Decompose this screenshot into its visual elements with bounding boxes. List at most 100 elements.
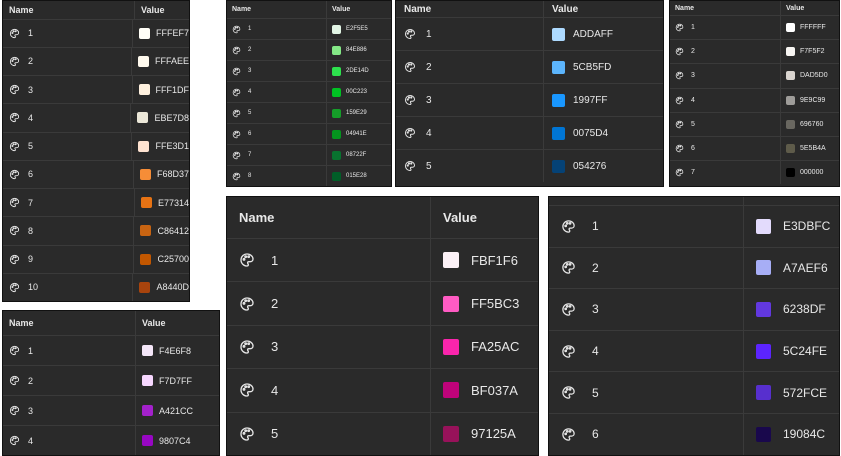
table-row[interactable]: 1 E2F5E5: [227, 19, 391, 41]
name-cell: 1: [396, 18, 544, 50]
table-row[interactable]: 9 C25700: [3, 245, 189, 274]
color-swatch: [552, 27, 565, 41]
table-row[interactable]: 3 FA25AC: [227, 325, 538, 370]
color-swatch: [140, 225, 152, 237]
column-header-value[interactable]: Value: [327, 1, 391, 18]
table-row[interactable]: 1 E3DBFC: [549, 206, 839, 248]
row-label: 3: [271, 339, 279, 355]
column-header-name[interactable]: [549, 197, 744, 205]
palette-icon: [404, 61, 416, 73]
column-header-name[interactable]: Name: [396, 1, 544, 17]
table-row[interactable]: 5 97125A: [227, 412, 538, 455]
table-row[interactable]: 2 F7F5F2: [670, 40, 839, 65]
table-row[interactable]: 1 ADDAFF: [396, 18, 663, 51]
color-swatch: [142, 435, 153, 446]
table-row[interactable]: 3 6238DF: [549, 289, 839, 331]
value-cell: 2DE14D: [327, 61, 391, 81]
column-header-name[interactable]: Name: [3, 311, 136, 335]
column-header-value[interactable]: [744, 197, 839, 205]
value-cell: FFE3D1: [132, 133, 189, 160]
table-row[interactable]: 7 E77314: [3, 189, 189, 218]
table-row[interactable]: 1 FBF1F6: [227, 238, 538, 283]
table-row[interactable]: 2 5CB5FD: [396, 51, 663, 84]
palette-table-3: Name Value 1 ADDAFF 2 5CB5FD 3 1997FF 4 0075D4 5 05…: [395, 0, 664, 187]
table-row[interactable]: 6 5E5B4A: [670, 136, 839, 162]
name-cell: 8: [227, 166, 327, 186]
row-label: 5: [691, 120, 695, 128]
hex-value: 159E29: [346, 110, 367, 117]
table-row[interactable]: 5 054276: [396, 150, 663, 182]
value-cell: 97125A: [431, 413, 538, 455]
value-cell: F7F5F2: [781, 40, 839, 63]
table-row[interactable]: 4 BF037A: [227, 369, 538, 413]
table-row[interactable]: 8 C86412: [3, 217, 189, 246]
table-row[interactable]: 4 9807C4: [3, 426, 219, 455]
table-row[interactable]: 8 015E28: [227, 166, 391, 186]
table-row[interactable]: 6 04941E: [227, 124, 391, 146]
table-row[interactable]: 3 A421CC: [3, 396, 219, 426]
table-row[interactable]: 4 5C24FE: [549, 330, 839, 373]
column-header-value[interactable]: Value: [136, 311, 219, 335]
palette-icon: [232, 172, 241, 181]
row-label: 6: [28, 169, 34, 180]
row-label: 2: [592, 260, 599, 275]
table-row[interactable]: 4 9E9C99: [670, 88, 839, 113]
table-row[interactable]: 7 000000: [670, 161, 839, 185]
table-row[interactable]: 7 08722F: [227, 145, 391, 167]
table-row[interactable]: 1 FFFEF7: [3, 19, 189, 48]
color-swatch: [332, 66, 341, 76]
palette-icon: [675, 71, 684, 80]
palette-icon: [561, 344, 576, 359]
table-row[interactable]: 6 F68D37: [3, 160, 189, 190]
column-header-value[interactable]: Value: [431, 197, 538, 238]
name-cell: 7: [3, 189, 135, 217]
hex-value: FFF1DF: [155, 84, 190, 95]
table-row[interactable]: 1 F4E6F8: [3, 336, 219, 366]
palette-icon: [675, 144, 684, 153]
row-label: 5: [592, 385, 599, 400]
table-row[interactable]: 5 159E29: [227, 103, 391, 125]
column-header-name[interactable]: Name: [670, 1, 781, 15]
table-row[interactable]: 2 FFFAEE: [3, 47, 189, 77]
row-label: 2: [248, 47, 252, 54]
table-row[interactable]: 5 572FCE: [549, 372, 839, 414]
column-header-name[interactable]: Name: [227, 1, 327, 19]
column-header-name[interactable]: Name: [3, 1, 135, 19]
table-row[interactable]: 5 696760: [670, 112, 839, 137]
table-row[interactable]: 6 19084C: [549, 413, 839, 455]
table-row[interactable]: 10 A8440D: [3, 273, 189, 301]
row-label: 6: [592, 427, 599, 442]
hex-value: 5CB5FD: [573, 61, 612, 73]
table-row[interactable]: 1 FFFFFF: [670, 16, 839, 41]
value-cell: 19084C: [744, 414, 839, 455]
name-cell: 6: [670, 136, 781, 161]
table-row[interactable]: 2 84E886: [227, 40, 391, 62]
hex-value: F4E6F8: [159, 345, 192, 356]
column-header-value[interactable]: Value: [544, 1, 663, 17]
column-header-value[interactable]: Value: [781, 1, 839, 15]
column-header-name[interactable]: Name: [227, 197, 431, 238]
column-header-value[interactable]: Value: [135, 1, 189, 19]
value-cell: FFFAEE: [132, 48, 189, 75]
table-row[interactable]: 2 FF5BC3: [227, 282, 538, 326]
palette-icon: [404, 94, 416, 106]
table-row[interactable]: 5 FFE3D1: [3, 132, 189, 161]
table-row[interactable]: 2 A7AEF6: [549, 247, 839, 290]
table-row[interactable]: 3 2DE14D: [227, 61, 391, 83]
table-row[interactable]: 4 EBE7D8: [3, 104, 189, 133]
row-label: 4: [592, 344, 599, 359]
table-row[interactable]: 3 DAD5D0: [670, 64, 839, 89]
color-swatch: [332, 150, 341, 160]
table-row[interactable]: 4 0075D4: [396, 117, 663, 150]
value-cell: 015E28: [327, 166, 391, 186]
name-cell: 6: [227, 124, 327, 145]
color-swatch: [552, 93, 565, 107]
palette-icon: [9, 435, 20, 446]
color-swatch: [443, 252, 459, 269]
hex-value: 08722F: [346, 152, 367, 159]
table-row[interactable]: 4 00C223: [227, 82, 391, 104]
table-row[interactable]: 3 FFF1DF: [3, 76, 190, 105]
table-row[interactable]: 3 1997FF: [396, 84, 663, 117]
table-row[interactable]: 2 F7D7FF: [3, 366, 219, 396]
value-cell: 159E29: [327, 103, 391, 123]
